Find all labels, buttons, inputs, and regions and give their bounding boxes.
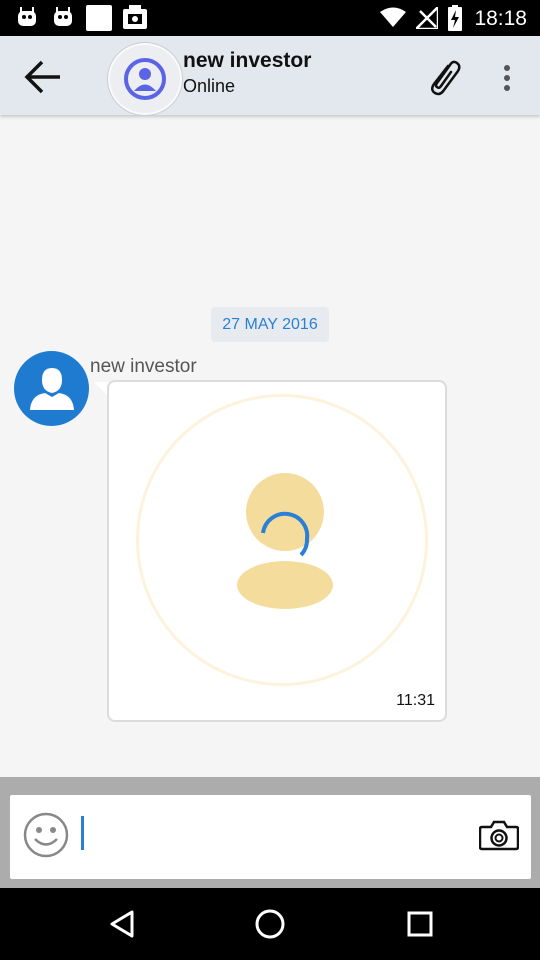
system-nav-bar (0, 888, 540, 960)
battery-charging-icon (448, 5, 462, 36)
composer-box (10, 795, 531, 879)
loading-spinner-icon (261, 511, 310, 557)
contact-avatar[interactable] (108, 43, 182, 115)
camera-icon (479, 820, 519, 851)
message-time: 11:31 (396, 692, 435, 709)
text-cursor (81, 816, 84, 850)
chat-toolbar: new investor Online (0, 36, 540, 115)
blank-notification-icon (86, 5, 112, 36)
status-bar: 18:18 (0, 0, 540, 36)
back-button[interactable] (14, 54, 70, 100)
photo-notification-icon (123, 5, 147, 34)
date-separator: 27 MAY 2016 (211, 307, 329, 342)
contact-name[interactable]: new investor (183, 49, 311, 73)
clock-time: 18:18 (474, 7, 527, 30)
emoji-button[interactable] (22, 811, 70, 859)
image-placeholder[interactable] (136, 394, 428, 686)
no-signal-icon (412, 3, 440, 34)
arrow-back-icon (24, 60, 60, 94)
camera-button[interactable] (476, 813, 522, 857)
composer-bar (0, 777, 540, 888)
nav-recents-button[interactable] (390, 900, 450, 948)
bubble-tail (94, 382, 108, 396)
image-message-bubble[interactable]: 11:31 (107, 380, 447, 722)
sender-avatar[interactable] (14, 351, 89, 426)
user-circle-icon (124, 58, 166, 100)
message-sender-name: new investor (90, 356, 197, 377)
wifi-icon (380, 7, 406, 32)
contact-status: Online (183, 76, 236, 96)
home-circle-icon (255, 909, 285, 939)
back-triangle-icon (110, 910, 134, 938)
nav-home-button[interactable] (240, 900, 300, 948)
recents-square-icon (407, 911, 433, 937)
more-options-button[interactable] (492, 54, 522, 102)
attach-button[interactable] (420, 54, 468, 102)
user-silhouette-icon (29, 367, 74, 410)
smiley-icon (23, 812, 69, 858)
paperclip-icon (431, 60, 461, 96)
more-vert-icon (504, 65, 510, 91)
android-notification-icon (52, 6, 74, 33)
android-notification-icon (16, 6, 38, 33)
message-input[interactable] (80, 811, 470, 859)
nav-back-button[interactable] (92, 900, 152, 948)
